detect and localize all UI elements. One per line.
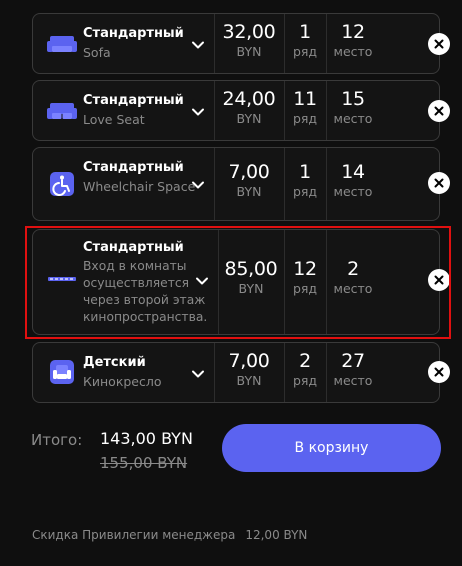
ticket-seat: 14 xyxy=(341,161,365,183)
old-price: 155,00 BYN xyxy=(100,454,188,472)
selection-highlight xyxy=(25,226,451,339)
armchair-icon xyxy=(48,358,76,386)
ticket-type-subtitle: Кинокресло xyxy=(83,374,162,389)
ticket-row: 11 xyxy=(293,88,317,110)
chevron-down-icon[interactable] xyxy=(191,105,205,119)
remove-ticket-button[interactable] xyxy=(428,100,450,122)
chevron-down-icon[interactable] xyxy=(191,178,205,192)
ticket-type-title: Стандартный xyxy=(83,26,184,41)
ticket-price: 7,00 xyxy=(228,350,270,372)
ticket-seat: 27 xyxy=(341,350,365,372)
remove-ticket-button[interactable] xyxy=(428,172,450,194)
sofa-icon xyxy=(46,30,78,58)
chevron-down-icon[interactable] xyxy=(191,367,205,381)
ticket-currency: BYN xyxy=(236,111,262,126)
ticket-row: 1 xyxy=(299,161,311,183)
ticket-item: Стандартный Wheelchair Space 7,00 BYN 1 … xyxy=(32,147,440,221)
ticket-seat-label: место xyxy=(333,111,373,126)
ticket-row-label: ряд xyxy=(292,44,318,59)
ticket-item: Детский Кинокресло 7,00 BYN 2 ряд 27 мес… xyxy=(32,342,440,403)
ticket-row: 1 xyxy=(299,21,311,43)
ticket-seat-label: место xyxy=(333,184,373,199)
ticket-seat-label: место xyxy=(333,373,373,388)
ticket-type-subtitle: Wheelchair Space xyxy=(83,179,196,194)
ticket-seat: 12 xyxy=(341,21,365,43)
ticket-currency: BYN xyxy=(236,184,262,199)
ticket-type-subtitle: Love Seat xyxy=(83,112,145,127)
discount-value: 12,00 BYN xyxy=(245,528,308,542)
ticket-seat: 15 xyxy=(341,88,365,110)
wheelchair-icon xyxy=(48,170,76,198)
total-value: 143,00 BYN xyxy=(100,429,193,448)
ticket-row-label: ряд xyxy=(292,111,318,126)
discount-row: Скидка Привилегии менеджера 12,00 BYN xyxy=(32,528,307,542)
ticket-row-label: ряд xyxy=(292,184,318,199)
add-to-cart-button[interactable]: В корзину xyxy=(222,424,441,472)
ticket-currency: BYN xyxy=(236,44,262,59)
ticket-price: 24,00 xyxy=(222,88,276,110)
ticket-row: 2 xyxy=(299,350,311,372)
ticket-currency: BYN xyxy=(236,373,262,388)
remove-ticket-button[interactable] xyxy=(428,33,450,55)
ticket-type-title: Детский xyxy=(83,355,146,370)
ticket-type-title: Стандартный xyxy=(83,93,184,108)
ticket-seat-label: место xyxy=(333,44,373,59)
ticket-item: Стандартный Love Seat 24,00 BYN 11 ряд 1… xyxy=(32,80,440,141)
love-seat-icon xyxy=(46,97,78,125)
ticket-item: Стандартный Sofa 32,00 BYN 1 ряд 12 мест… xyxy=(32,13,440,74)
chevron-down-icon[interactable] xyxy=(191,38,205,52)
remove-ticket-button[interactable] xyxy=(428,361,450,383)
ticket-price: 7,00 xyxy=(228,161,270,183)
ticket-type-subtitle: Sofa xyxy=(83,45,111,60)
total-label: Итого: xyxy=(31,431,83,449)
ticket-price: 32,00 xyxy=(222,21,276,43)
discount-label: Скидка Привилегии менеджера xyxy=(32,528,236,542)
ticket-row-label: ряд xyxy=(292,373,318,388)
ticket-type-title: Стандартный xyxy=(83,160,184,175)
